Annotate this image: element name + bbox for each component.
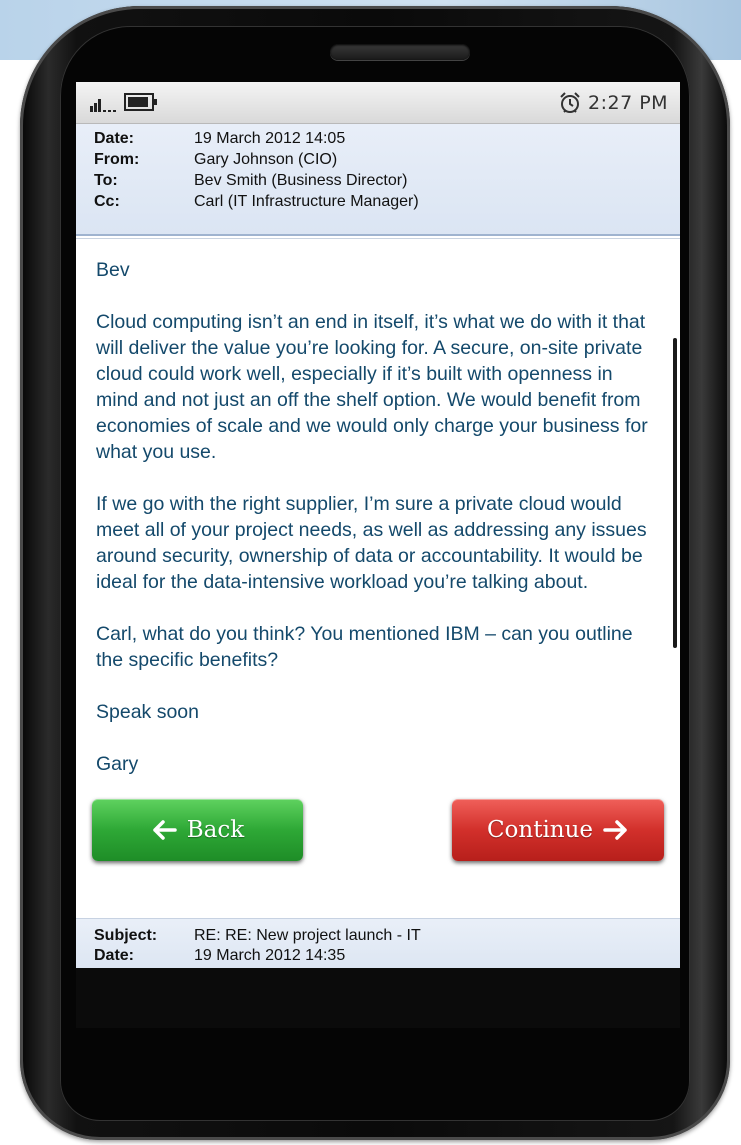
email-paragraph: Bev [96,259,130,281]
speaker-grille [330,44,470,60]
meta-label: From: [94,151,140,168]
status-bar: 2:27 PM [76,82,680,124]
email-paragraph: If we go with the right supplier, I’m su… [96,493,647,593]
meta-value: Carl (IT Infrastructure Manager) [194,193,419,210]
meta-value: Gary Johnson (CIO) [194,151,338,168]
email-header: Date: 19 March 2012 14:05 From: Gary Joh… [76,124,680,236]
continue-button[interactable]: Continue [452,799,664,861]
meta-value: RE: RE: New project launch - IT [194,927,421,944]
signal-icon [90,99,116,112]
meta-value: Bev Smith (Business Director) [194,172,408,189]
email-paragraph: Gary [96,753,139,775]
arrow-left-icon [153,820,177,840]
arrow-right-icon [603,820,627,840]
meta-label: Date: [94,947,135,964]
alarm-clock-icon [560,92,580,113]
meta-label: Date: [94,130,135,147]
meta-label: Subject: [94,927,158,944]
scrollbar[interactable] [673,338,677,648]
meta-value: 19 March 2012 14:35 [194,947,346,964]
next-email-header: Subject: RE: RE: New project launch - IT… [76,918,680,968]
screen-bottom-strip [76,1012,680,1028]
meta-label: To: [94,172,118,189]
email-paragraph: Carl, what do you think? You mentioned I… [96,623,633,671]
status-time: 2:27 PM [588,92,669,114]
nav-bar [76,968,680,1012]
phone-screen: 2:27 PM Date: 19 March 2012 14:05 From: … [76,82,680,1012]
meta-label: Cc: [94,193,120,210]
back-button-label: Back [186,817,245,843]
email-paragraph: Cloud computing isn’t an end in itself, … [96,311,648,463]
email-paragraph: Speak soon [96,701,199,723]
battery-icon [124,93,157,111]
back-button[interactable]: Back [92,799,303,861]
continue-button-label: Continue [486,817,594,843]
meta-value: 19 March 2012 14:05 [194,130,346,147]
email-body-text: Bev Cloud computing isn’t an end in itse… [96,257,656,803]
